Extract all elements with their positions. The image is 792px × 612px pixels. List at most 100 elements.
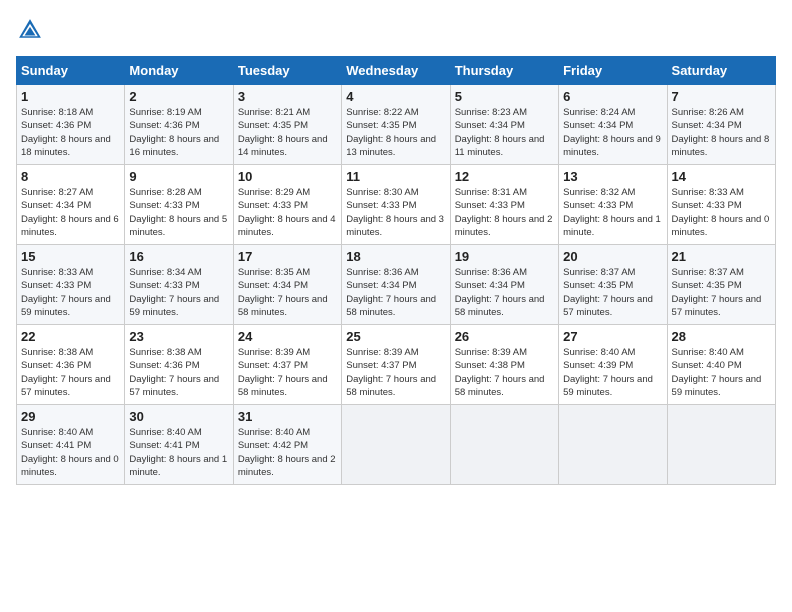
day-number: 6 — [563, 89, 662, 104]
day-number: 12 — [455, 169, 554, 184]
day-info: Sunrise: 8:34 AMSunset: 4:33 PMDaylight:… — [129, 267, 219, 318]
day-number: 8 — [21, 169, 120, 184]
calendar-day: 25 Sunrise: 8:39 AMSunset: 4:37 PMDaylig… — [342, 325, 450, 405]
calendar-day: 12 Sunrise: 8:31 AMSunset: 4:33 PMDaylig… — [450, 165, 558, 245]
calendar-day: 16 Sunrise: 8:34 AMSunset: 4:33 PMDaylig… — [125, 245, 233, 325]
day-number: 16 — [129, 249, 228, 264]
day-info: Sunrise: 8:37 AMSunset: 4:35 PMDaylight:… — [672, 267, 762, 318]
day-info: Sunrise: 8:30 AMSunset: 4:33 PMDaylight:… — [346, 187, 444, 238]
day-info: Sunrise: 8:39 AMSunset: 4:37 PMDaylight:… — [238, 347, 328, 398]
day-info: Sunrise: 8:36 AMSunset: 4:34 PMDaylight:… — [455, 267, 545, 318]
calendar-day: 11 Sunrise: 8:30 AMSunset: 4:33 PMDaylig… — [342, 165, 450, 245]
calendar-day: 13 Sunrise: 8:32 AMSunset: 4:33 PMDaylig… — [559, 165, 667, 245]
day-info: Sunrise: 8:18 AMSunset: 4:36 PMDaylight:… — [21, 107, 111, 158]
calendar-header-row: SundayMondayTuesdayWednesdayThursdayFrid… — [17, 57, 776, 85]
calendar-day: 3 Sunrise: 8:21 AMSunset: 4:35 PMDayligh… — [233, 85, 341, 165]
day-info: Sunrise: 8:40 AMSunset: 4:41 PMDaylight:… — [129, 427, 227, 478]
day-number: 29 — [21, 409, 120, 424]
day-info: Sunrise: 8:29 AMSunset: 4:33 PMDaylight:… — [238, 187, 336, 238]
page-header — [16, 16, 776, 44]
day-info: Sunrise: 8:28 AMSunset: 4:33 PMDaylight:… — [129, 187, 227, 238]
header-monday: Monday — [125, 57, 233, 85]
day-number: 15 — [21, 249, 120, 264]
calendar-day: 30 Sunrise: 8:40 AMSunset: 4:41 PMDaylig… — [125, 405, 233, 485]
logo — [16, 16, 48, 44]
day-info: Sunrise: 8:36 AMSunset: 4:34 PMDaylight:… — [346, 267, 436, 318]
day-info: Sunrise: 8:22 AMSunset: 4:35 PMDaylight:… — [346, 107, 436, 158]
calendar-day: 6 Sunrise: 8:24 AMSunset: 4:34 PMDayligh… — [559, 85, 667, 165]
calendar-week-5: 29 Sunrise: 8:40 AMSunset: 4:41 PMDaylig… — [17, 405, 776, 485]
day-info: Sunrise: 8:33 AMSunset: 4:33 PMDaylight:… — [21, 267, 111, 318]
calendar-day: 23 Sunrise: 8:38 AMSunset: 4:36 PMDaylig… — [125, 325, 233, 405]
calendar-week-3: 15 Sunrise: 8:33 AMSunset: 4:33 PMDaylig… — [17, 245, 776, 325]
calendar-day — [667, 405, 775, 485]
calendar-week-1: 1 Sunrise: 8:18 AMSunset: 4:36 PMDayligh… — [17, 85, 776, 165]
day-info: Sunrise: 8:19 AMSunset: 4:36 PMDaylight:… — [129, 107, 219, 158]
calendar-day: 29 Sunrise: 8:40 AMSunset: 4:41 PMDaylig… — [17, 405, 125, 485]
header-tuesday: Tuesday — [233, 57, 341, 85]
day-info: Sunrise: 8:31 AMSunset: 4:33 PMDaylight:… — [455, 187, 553, 238]
calendar-day: 17 Sunrise: 8:35 AMSunset: 4:34 PMDaylig… — [233, 245, 341, 325]
day-info: Sunrise: 8:21 AMSunset: 4:35 PMDaylight:… — [238, 107, 328, 158]
day-number: 18 — [346, 249, 445, 264]
calendar-day: 4 Sunrise: 8:22 AMSunset: 4:35 PMDayligh… — [342, 85, 450, 165]
calendar-day: 20 Sunrise: 8:37 AMSunset: 4:35 PMDaylig… — [559, 245, 667, 325]
day-number: 30 — [129, 409, 228, 424]
day-info: Sunrise: 8:38 AMSunset: 4:36 PMDaylight:… — [129, 347, 219, 398]
day-info: Sunrise: 8:40 AMSunset: 4:42 PMDaylight:… — [238, 427, 336, 478]
calendar-day: 27 Sunrise: 8:40 AMSunset: 4:39 PMDaylig… — [559, 325, 667, 405]
day-info: Sunrise: 8:32 AMSunset: 4:33 PMDaylight:… — [563, 187, 661, 238]
day-number: 19 — [455, 249, 554, 264]
day-info: Sunrise: 8:40 AMSunset: 4:41 PMDaylight:… — [21, 427, 119, 478]
day-number: 21 — [672, 249, 771, 264]
calendar-week-2: 8 Sunrise: 8:27 AMSunset: 4:34 PMDayligh… — [17, 165, 776, 245]
day-number: 10 — [238, 169, 337, 184]
day-number: 20 — [563, 249, 662, 264]
day-info: Sunrise: 8:35 AMSunset: 4:34 PMDaylight:… — [238, 267, 328, 318]
day-number: 13 — [563, 169, 662, 184]
day-number: 22 — [21, 329, 120, 344]
header-friday: Friday — [559, 57, 667, 85]
day-number: 9 — [129, 169, 228, 184]
day-info: Sunrise: 8:26 AMSunset: 4:34 PMDaylight:… — [672, 107, 770, 158]
day-number: 11 — [346, 169, 445, 184]
calendar-day: 15 Sunrise: 8:33 AMSunset: 4:33 PMDaylig… — [17, 245, 125, 325]
day-info: Sunrise: 8:23 AMSunset: 4:34 PMDaylight:… — [455, 107, 545, 158]
day-info: Sunrise: 8:24 AMSunset: 4:34 PMDaylight:… — [563, 107, 661, 158]
day-number: 24 — [238, 329, 337, 344]
header-saturday: Saturday — [667, 57, 775, 85]
day-number: 26 — [455, 329, 554, 344]
day-number: 5 — [455, 89, 554, 104]
day-number: 14 — [672, 169, 771, 184]
day-number: 3 — [238, 89, 337, 104]
calendar-day: 18 Sunrise: 8:36 AMSunset: 4:34 PMDaylig… — [342, 245, 450, 325]
logo-icon — [16, 16, 44, 44]
calendar-day: 2 Sunrise: 8:19 AMSunset: 4:36 PMDayligh… — [125, 85, 233, 165]
day-info: Sunrise: 8:27 AMSunset: 4:34 PMDaylight:… — [21, 187, 119, 238]
calendar-day: 9 Sunrise: 8:28 AMSunset: 4:33 PMDayligh… — [125, 165, 233, 245]
day-number: 17 — [238, 249, 337, 264]
calendar-day — [342, 405, 450, 485]
day-info: Sunrise: 8:39 AMSunset: 4:38 PMDaylight:… — [455, 347, 545, 398]
day-info: Sunrise: 8:40 AMSunset: 4:40 PMDaylight:… — [672, 347, 762, 398]
day-number: 4 — [346, 89, 445, 104]
calendar-day: 26 Sunrise: 8:39 AMSunset: 4:38 PMDaylig… — [450, 325, 558, 405]
calendar-day — [450, 405, 558, 485]
calendar-day: 21 Sunrise: 8:37 AMSunset: 4:35 PMDaylig… — [667, 245, 775, 325]
calendar-day: 28 Sunrise: 8:40 AMSunset: 4:40 PMDaylig… — [667, 325, 775, 405]
day-info: Sunrise: 8:39 AMSunset: 4:37 PMDaylight:… — [346, 347, 436, 398]
day-number: 25 — [346, 329, 445, 344]
header-wednesday: Wednesday — [342, 57, 450, 85]
calendar-day: 19 Sunrise: 8:36 AMSunset: 4:34 PMDaylig… — [450, 245, 558, 325]
day-number: 7 — [672, 89, 771, 104]
day-info: Sunrise: 8:40 AMSunset: 4:39 PMDaylight:… — [563, 347, 653, 398]
calendar-week-4: 22 Sunrise: 8:38 AMSunset: 4:36 PMDaylig… — [17, 325, 776, 405]
day-number: 31 — [238, 409, 337, 424]
day-number: 1 — [21, 89, 120, 104]
day-info: Sunrise: 8:33 AMSunset: 4:33 PMDaylight:… — [672, 187, 770, 238]
day-info: Sunrise: 8:38 AMSunset: 4:36 PMDaylight:… — [21, 347, 111, 398]
day-number: 2 — [129, 89, 228, 104]
calendar-day: 1 Sunrise: 8:18 AMSunset: 4:36 PMDayligh… — [17, 85, 125, 165]
day-number: 27 — [563, 329, 662, 344]
calendar-day: 8 Sunrise: 8:27 AMSunset: 4:34 PMDayligh… — [17, 165, 125, 245]
